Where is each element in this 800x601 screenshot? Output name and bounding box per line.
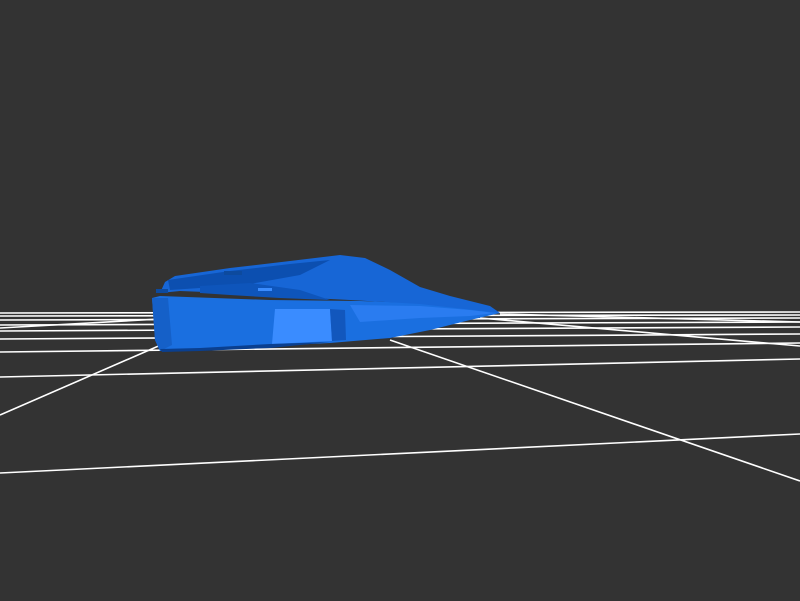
3d-viewport[interactable] bbox=[0, 0, 800, 601]
3d-scene[interactable] bbox=[0, 0, 800, 601]
car-rear-detail bbox=[156, 289, 168, 293]
car-vent bbox=[258, 288, 272, 291]
car-mirror bbox=[224, 271, 242, 275]
car-side-intake-edge bbox=[330, 309, 346, 341]
car-side-intake bbox=[272, 309, 332, 344]
